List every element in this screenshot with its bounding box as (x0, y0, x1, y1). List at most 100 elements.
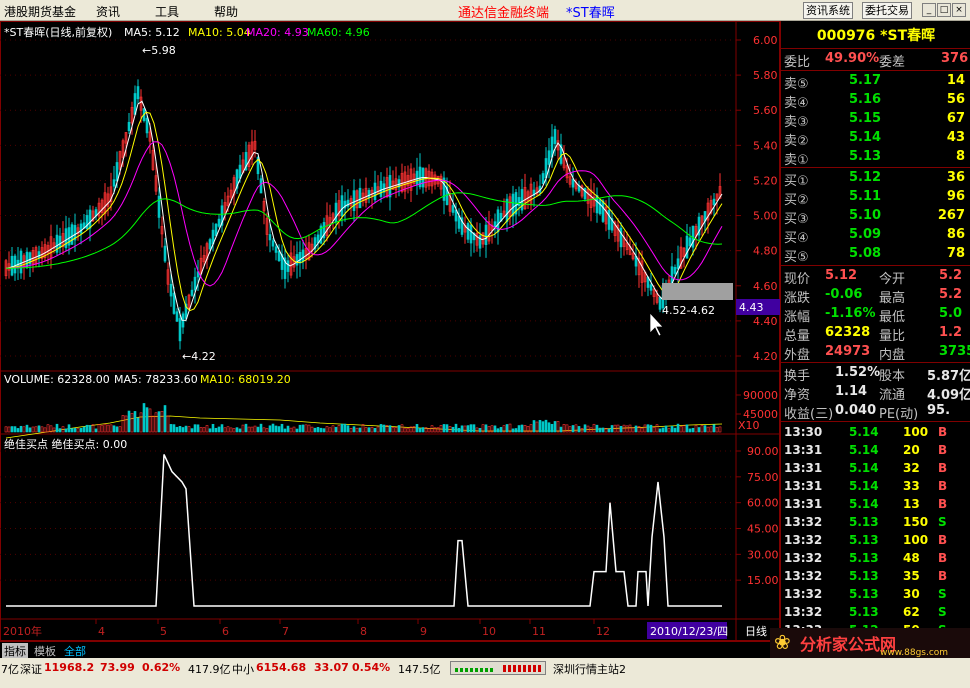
volume-bar (223, 427, 227, 433)
menu-info[interactable]: 资讯 (96, 3, 120, 20)
chart-area[interactable]: *ST春晖(日线,前复权) MA5: 5.12 MA10: 5.04 MA20:… (0, 21, 780, 641)
menu-hk-futures[interactable]: 港股期货基金 (4, 3, 76, 20)
volume-bar (442, 424, 446, 433)
volume-bar (253, 425, 257, 433)
y-tick-label: 75.00 (747, 471, 779, 484)
range-box (662, 283, 733, 300)
ask-row[interactable]: 卖① 5.13 8 (781, 148, 970, 168)
app-stock-name: *ST春晖 (566, 6, 615, 21)
ask-row[interactable]: 卖③ 5.15 67 (781, 110, 970, 130)
period-label[interactable]: 日线 (745, 624, 767, 638)
menu-tools[interactable]: 工具 (155, 3, 179, 20)
candle-body (352, 190, 356, 211)
ask-row[interactable]: 卖② 5.14 43 (781, 129, 970, 149)
stat-value: 24973 (825, 344, 871, 359)
volume-bar (376, 426, 380, 433)
bid-row[interactable]: 买② 5.11 96 (781, 188, 970, 208)
ask-row[interactable]: 卖④ 5.16 56 (781, 91, 970, 111)
volume-bar (241, 424, 245, 433)
volume-bar (421, 427, 425, 433)
server-name[interactable]: 深圳行情主站2 (553, 661, 626, 677)
volume-bar (109, 424, 113, 433)
stat-value: 5.2 (939, 268, 963, 283)
ask-price: 5.14 (849, 130, 882, 145)
volume-bar (232, 428, 236, 433)
volume-bar (475, 427, 479, 433)
y-tick-label: 45.00 (747, 523, 779, 536)
volume-bar (46, 424, 50, 433)
tab-indicators[interactable]: 指标 (2, 643, 28, 659)
volume-bar (22, 426, 26, 433)
info-system-button[interactable]: 资讯系统 (803, 2, 853, 19)
candle-body (217, 218, 221, 227)
volume-bar (625, 425, 629, 433)
volume-bar (361, 424, 365, 433)
bid-row[interactable]: 买① 5.12 36 (781, 169, 970, 189)
candle-body (175, 311, 179, 322)
volume-bar (577, 426, 581, 433)
volume-bar (466, 425, 470, 433)
volume-bar (40, 426, 44, 433)
bid-row[interactable]: 买③ 5.10 267 (781, 207, 970, 227)
volume-bar (619, 425, 623, 433)
tick-volume: 62 (903, 605, 920, 619)
volume-bar (25, 424, 29, 433)
fund-label: 流通 (879, 388, 906, 403)
volume-bar (271, 423, 275, 433)
ma20-label: MA20: 4.93 (246, 26, 309, 39)
volume-bar (112, 425, 116, 433)
volume-bar (694, 425, 698, 433)
candle-body (334, 202, 338, 223)
y-tick-label: 5.40 (753, 139, 778, 152)
bid-row[interactable]: 买④ 5.09 86 (781, 226, 970, 246)
volume-bar (622, 424, 626, 433)
volume-bar (268, 425, 272, 433)
volume-bar (283, 428, 287, 433)
candle-body (541, 173, 545, 185)
ask-row[interactable]: 卖⑤ 5.17 14 (781, 72, 970, 92)
volume-bar (70, 428, 74, 433)
tick-time: 13:32 (784, 605, 823, 619)
candle-body (115, 162, 119, 182)
stat-label: 总量 (784, 329, 811, 344)
volume-bar (352, 426, 356, 433)
volume-bar (496, 428, 500, 433)
stat-label: 内盘 (879, 348, 906, 363)
zx-value: 6154.68 (256, 661, 307, 674)
ask-label: 卖① (784, 153, 809, 168)
minimize-icon[interactable]: _ (922, 3, 936, 17)
volume-bar (322, 428, 326, 433)
ask-volume: 56 (946, 92, 965, 107)
volume-bar (547, 422, 551, 433)
y-tick-label: 5.80 (753, 69, 778, 82)
tab-templates[interactable]: 模板 (34, 643, 56, 659)
volume-bar (469, 424, 473, 433)
close-icon[interactable]: × (952, 3, 966, 17)
tab-all[interactable]: 全部 (64, 643, 86, 659)
volume-bar (679, 426, 683, 433)
volume-bar (664, 425, 668, 433)
tick-volume: 100 (903, 425, 929, 439)
trade-button[interactable]: 委托交易 (862, 2, 912, 19)
volume-bar (274, 425, 278, 433)
status-prefix: 7亿 (1, 663, 19, 676)
volume-bar (658, 428, 662, 433)
stock-name: *ST春晖 (880, 28, 936, 44)
menu-help[interactable]: 帮助 (214, 3, 238, 20)
volume-bar (100, 425, 104, 433)
volume-bar (286, 425, 290, 433)
y-tick-label: 30.00 (747, 548, 779, 561)
stat-label: 涨跌 (784, 291, 811, 306)
volume-bar (247, 426, 251, 433)
stat-label: 外盘 (784, 348, 811, 363)
candle-body (214, 223, 218, 236)
volume-bar (418, 428, 422, 433)
candle-body (451, 205, 455, 213)
bid-row[interactable]: 买⑤ 5.08 78 (781, 245, 970, 265)
maximize-icon[interactable]: □ (937, 3, 951, 17)
weicha-label: 委差 (879, 55, 906, 70)
volume-bar (79, 428, 83, 433)
volume-bars (4, 403, 722, 433)
ask-volume: 43 (946, 130, 965, 145)
grid-lines (0, 39, 736, 581)
